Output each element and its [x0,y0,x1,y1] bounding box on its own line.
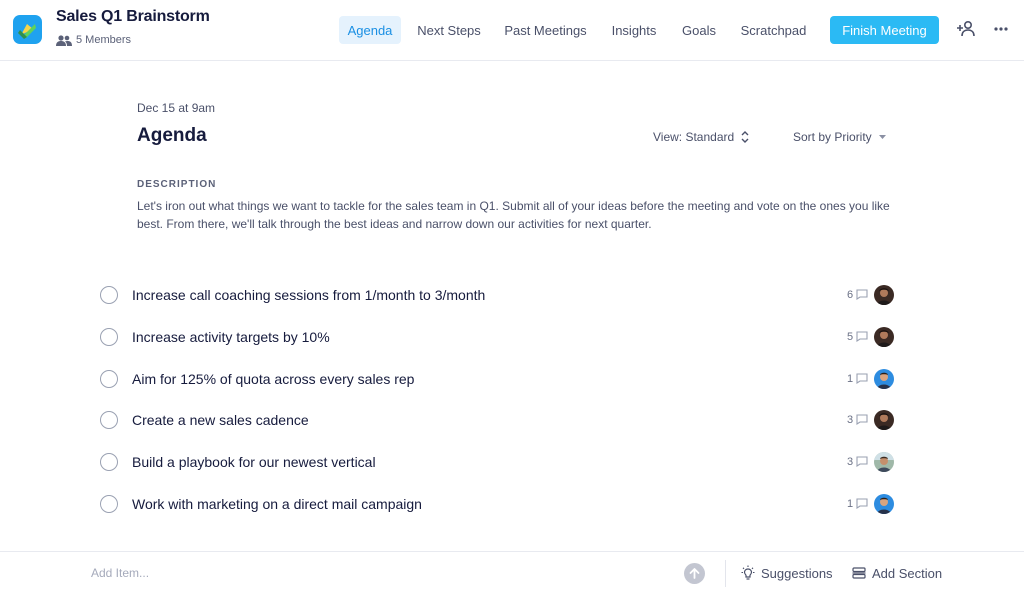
tab-scratchpad[interactable]: Scratchpad [733,16,814,44]
checkbox-circle[interactable] [100,328,118,346]
members-count[interactable]: 5 Members [56,33,131,47]
comment-count: 6 [847,289,854,301]
avatar[interactable] [874,327,894,347]
avatar[interactable] [874,494,894,514]
comment-icon[interactable] [856,289,868,300]
app-logo-icon [13,15,42,44]
view-select[interactable]: View: Standard [653,128,749,146]
agenda-item[interactable]: Work with marketing on a direct mail cam… [100,489,900,519]
submit-arrow-button[interactable] [684,563,705,584]
add-item-input[interactable]: Add Item... [91,566,149,580]
agenda-item-text[interactable]: Aim for 125% of quota across every sales… [132,371,414,387]
agenda-item[interactable]: Create a new sales cadence 3 [100,405,900,435]
tab-next-steps[interactable]: Next Steps [410,16,488,44]
description-text: Let's iron out what things we want to ta… [137,199,890,231]
add-section-button[interactable]: Add Section [852,565,942,581]
checkbox-circle[interactable] [100,453,118,471]
tab-goals[interactable]: Goals [674,16,724,44]
comment-icon[interactable] [856,373,868,384]
tab-past-meetings[interactable]: Past Meetings [497,16,594,44]
sort-select-label: Sort by Priority [793,130,872,144]
footer-bar: Add Item... Suggestions Add Section [0,551,1024,593]
agenda-item-text[interactable]: Create a new sales cadence [132,412,309,428]
suggestions-button[interactable]: Suggestions [740,565,833,581]
agenda-item-text[interactable]: Increase activity targets by 10% [132,329,330,345]
comment-icon[interactable] [856,456,868,467]
comment-count: 3 [847,456,854,468]
comment-icon[interactable] [856,414,868,425]
checkbox-circle[interactable] [100,286,118,304]
lightbulb-icon [741,565,755,580]
more-icon[interactable] [994,27,1008,31]
comment-count: 5 [847,331,854,343]
finish-meeting-button[interactable]: Finish Meeting [830,16,939,44]
avatar[interactable] [874,285,894,305]
comment-icon[interactable] [856,331,868,342]
tab-agenda[interactable]: Agenda [339,16,401,44]
top-bar: Sales Q1 Brainstorm 5 Members Agenda Nex… [0,0,1024,61]
description-label: DESCRIPTION [137,179,217,190]
agenda-item[interactable]: Increase activity targets by 10% 5 [100,322,900,352]
checkbox-circle[interactable] [100,370,118,388]
agenda-item[interactable]: Increase call coaching sessions from 1/m… [100,280,900,310]
arrow-up-icon [689,568,700,579]
agenda-item-text[interactable]: Work with marketing on a direct mail cam… [132,496,422,512]
sort-select[interactable]: Sort by Priority [793,128,887,146]
section-icon [852,567,866,579]
comment-count: 1 [847,498,854,510]
checkbox-circle[interactable] [100,411,118,429]
meeting-date: Dec 15 at 9am [137,101,216,115]
add-person-icon[interactable] [956,20,976,38]
avatar[interactable] [874,452,894,472]
comment-count: 1 [847,373,854,385]
divider [725,560,726,587]
checkbox-circle[interactable] [100,495,118,513]
people-icon [56,34,72,46]
agenda-item-text[interactable]: Increase call coaching sessions from 1/m… [132,287,485,303]
agenda-item-text[interactable]: Build a playbook for our newest vertical [132,454,376,470]
agenda-item[interactable]: Aim for 125% of quota across every sales… [100,364,900,394]
meeting-title: Sales Q1 Brainstorm [56,8,210,25]
updown-chevron-icon [741,131,749,143]
comment-icon[interactable] [856,498,868,509]
members-label: 5 Members [76,34,132,46]
caret-down-icon [878,135,886,139]
agenda-item[interactable]: Build a playbook for our newest vertical… [100,447,900,477]
view-select-label: View: Standard [653,130,735,144]
comment-count: 3 [847,414,854,426]
add-section-label: Add Section [872,565,943,581]
avatar[interactable] [874,369,894,389]
page-title: Agenda [137,125,207,146]
tab-insights[interactable]: Insights [603,16,665,44]
suggestions-label: Suggestions [761,565,833,581]
avatar[interactable] [874,410,894,430]
